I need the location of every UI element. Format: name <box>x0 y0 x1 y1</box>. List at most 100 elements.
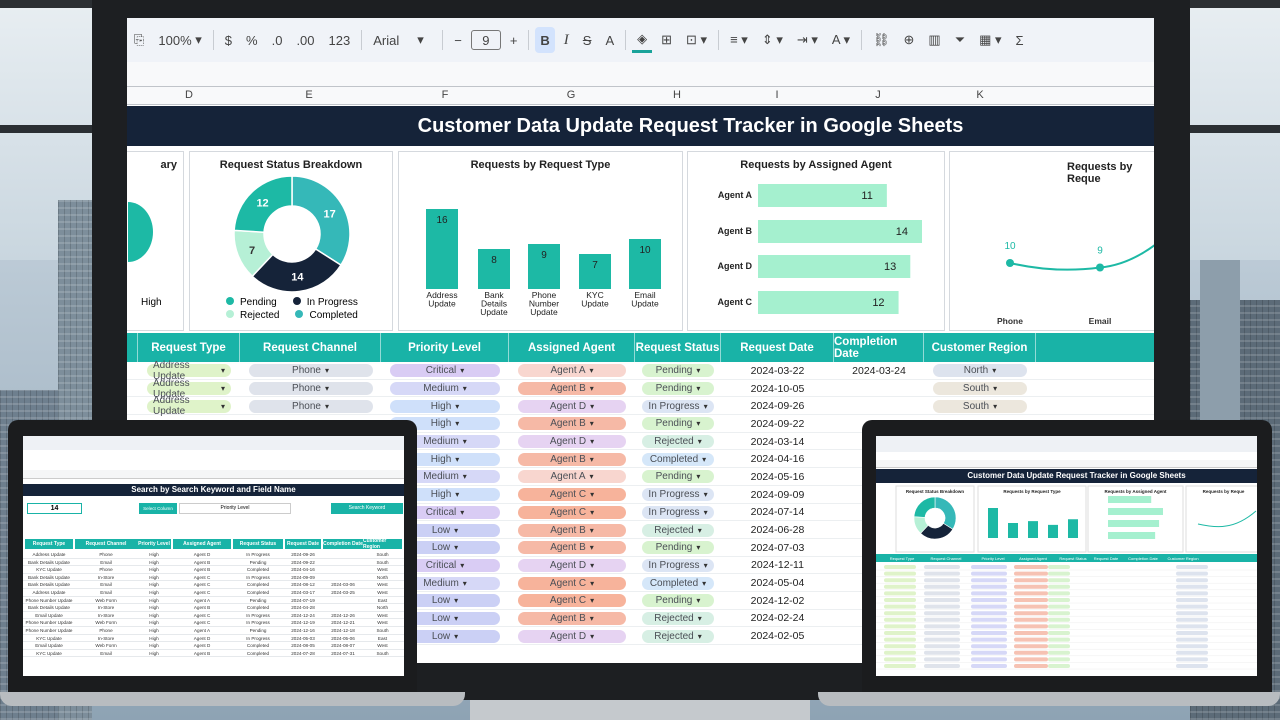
table-cell[interactable]: Agent B <box>509 610 635 628</box>
table-cell[interactable]: Agent B <box>509 539 635 557</box>
laptop-row[interactable]: Bank Details Update Email High Agent B Pendi… <box>23 559 404 567</box>
table-header-cell[interactable]: Customer Region <box>924 333 1036 362</box>
table-cell[interactable]: Agent B <box>509 415 635 433</box>
table-header-cell[interactable]: Request Status <box>635 333 721 362</box>
table-row[interactable]: Address Update Phone Critical Agent A Pendin… <box>127 360 1154 382</box>
chart-panel-type[interactable]: Requests by Request Type 16 Address Update… <box>398 151 683 331</box>
table-cell[interactable]: In Progress <box>635 397 721 415</box>
table-cell[interactable]: Completed <box>635 574 721 592</box>
search-keyword-button[interactable]: Search Keyword <box>331 503 403 514</box>
table-cell[interactable]: Rejected <box>635 610 721 628</box>
table-cell[interactable]: South <box>924 397 1036 415</box>
chart-icon[interactable]: ▥ <box>923 27 945 53</box>
table-cell[interactable]: Agent A <box>509 468 635 486</box>
functions-icon[interactable]: Σ <box>1011 27 1029 53</box>
decrease-decimal-button[interactable]: .0 <box>267 27 288 53</box>
laptop-row[interactable]: Bank Details Update Email High Agent C Compl… <box>23 581 404 589</box>
column-header[interactable]: J <box>875 89 881 101</box>
laptop-row[interactable]: Bank Details Update In-Store High Agent C In… <box>23 574 404 582</box>
table-cell[interactable]: Pending <box>635 362 721 380</box>
column-header[interactable]: F <box>442 89 449 101</box>
laptop-row[interactable]: Phone Number Update Web Form High Agent A Pe… <box>23 597 404 605</box>
chart-panel-status[interactable]: Request Status Breakdown 17 14 7 12 Pending… <box>189 151 393 331</box>
filter-views-icon[interactable]: ▦ ▾ <box>974 27 1006 53</box>
italic-button[interactable]: I <box>559 27 574 53</box>
table-cell[interactable]: Agent D <box>509 627 635 645</box>
table-cell[interactable]: 2024-12-11 <box>721 557 834 575</box>
text-color-button[interactable]: A <box>600 27 619 53</box>
table-cell[interactable]: Agent A <box>509 362 635 380</box>
table-header-cell[interactable]: Request Type <box>138 333 240 362</box>
table-cell[interactable]: Agent D <box>509 397 635 415</box>
table-header-cell[interactable]: Assigned Agent <box>509 333 635 362</box>
table-cell[interactable]: Phone <box>240 397 381 415</box>
table-header-cell[interactable]: Completion Date <box>834 333 924 362</box>
table-cell[interactable]: Address Update <box>138 395 240 417</box>
table-cell[interactable]: Agent C <box>509 504 635 522</box>
table-row[interactable]: Address Update Phone Medium Agent B Pending 2… <box>127 378 1154 400</box>
chart-panel-summary[interactable]: ary High <box>127 151 184 331</box>
table-cell[interactable]: Agent B <box>509 380 635 398</box>
table-cell[interactable] <box>834 397 924 415</box>
column-header[interactable]: E <box>305 89 312 101</box>
borders-icon[interactable]: ⊞ <box>656 27 677 53</box>
chart-panel-channel[interactable]: Requests by Reque 10 Phone 9 Email <box>949 151 1154 331</box>
laptop-row[interactable]: Bank Details Update In-Store High Agent B Co… <box>23 604 404 612</box>
table-cell[interactable]: In Progress <box>635 486 721 504</box>
bold-button[interactable]: B <box>535 27 555 53</box>
table-cell[interactable]: Phone <box>240 380 381 398</box>
table-cell[interactable]: In Progress <box>635 557 721 575</box>
table-cell[interactable]: 2024-03-22 <box>721 362 834 380</box>
zoom-select[interactable]: 100% ▾ <box>153 27 206 53</box>
table-cell[interactable]: 2024-09-09 <box>721 486 834 504</box>
table-cell[interactable]: Agent C <box>509 574 635 592</box>
comment-icon[interactable]: ⊕ <box>898 27 919 53</box>
table-cell[interactable]: Rejected <box>635 627 721 645</box>
column-header[interactable]: K <box>976 89 983 101</box>
table-cell[interactable]: 2024-05-04 <box>721 574 834 592</box>
table-cell[interactable]: 2024-02-05 <box>721 627 834 645</box>
table-cell[interactable]: Agent B <box>509 450 635 468</box>
select-column-dropdown[interactable]: Priority Level <box>179 503 291 514</box>
strikethrough-button[interactable]: S <box>578 27 597 53</box>
column-header[interactable]: I <box>775 89 778 101</box>
table-cell[interactable]: 2024-03-24 <box>834 362 924 380</box>
laptop-row[interactable]: KYC Update In-Store High Agent D In Progress… <box>23 635 404 643</box>
table-cell[interactable]: 2024-07-03 <box>721 539 834 557</box>
laptop-row[interactable]: Phone Number Update Phone High Agent A Pendi… <box>23 627 404 635</box>
table-cell[interactable]: 2024-02-24 <box>721 610 834 628</box>
table-cell[interactable] <box>834 380 924 398</box>
table-cell[interactable]: 2024-09-26 <box>721 397 834 415</box>
merge-cells-icon[interactable]: ⊡ ▾ <box>681 27 712 53</box>
table-cell[interactable]: Agent C <box>509 592 635 610</box>
paint-format-icon[interactable]: ⎘ <box>129 27 149 53</box>
font-size-input[interactable]: 9 <box>470 30 501 50</box>
table-cell[interactable]: 2024-04-16 <box>721 450 834 468</box>
laptop-row[interactable]: Address Update Phone High Agent D In Progres… <box>23 551 404 559</box>
number-format-button[interactable]: 123 <box>324 27 356 53</box>
horizontal-align-icon[interactable]: ≡ ▾ <box>725 27 753 53</box>
increase-decimal-button[interactable]: .00 <box>291 27 319 53</box>
table-header-cell[interactable]: Request Channel <box>240 333 381 362</box>
text-wrap-icon[interactable]: ⇥ ▾ <box>792 27 823 53</box>
table-header-cell[interactable]: Request Date <box>721 333 834 362</box>
table-cell[interactable]: Pending <box>635 539 721 557</box>
laptop-row[interactable]: Email Update In-Store High Agent C In Progre… <box>23 612 404 620</box>
percent-button[interactable]: % <box>241 27 263 53</box>
laptop-row[interactable]: KYC Update Phone High Agent B Completed 2024-… <box>23 566 404 574</box>
table-header-cell[interactable]: Priority Level <box>381 333 509 362</box>
table-cell[interactable]: Pending <box>635 380 721 398</box>
currency-button[interactable]: $ <box>220 27 237 53</box>
column-header[interactable]: G <box>567 89 576 101</box>
table-cell[interactable]: Medium <box>381 380 509 398</box>
laptop-row[interactable]: Email Update Web Form High Agent D Completed… <box>23 642 404 650</box>
filter-icon[interactable]: ⏷ <box>950 27 970 53</box>
table-cell[interactable]: Agent D <box>509 557 635 575</box>
table-cell[interactable]: Pending <box>635 468 721 486</box>
table-cell[interactable]: In Progress <box>635 504 721 522</box>
column-header[interactable]: H <box>673 89 681 101</box>
table-cell[interactable]: 2024-06-28 <box>721 521 834 539</box>
table-cell[interactable]: 2024-09-22 <box>721 415 834 433</box>
laptop-row[interactable]: KYC Update Email High Agent B Completed 2024-… <box>23 650 404 658</box>
table-cell[interactable]: Rejected <box>635 433 721 451</box>
